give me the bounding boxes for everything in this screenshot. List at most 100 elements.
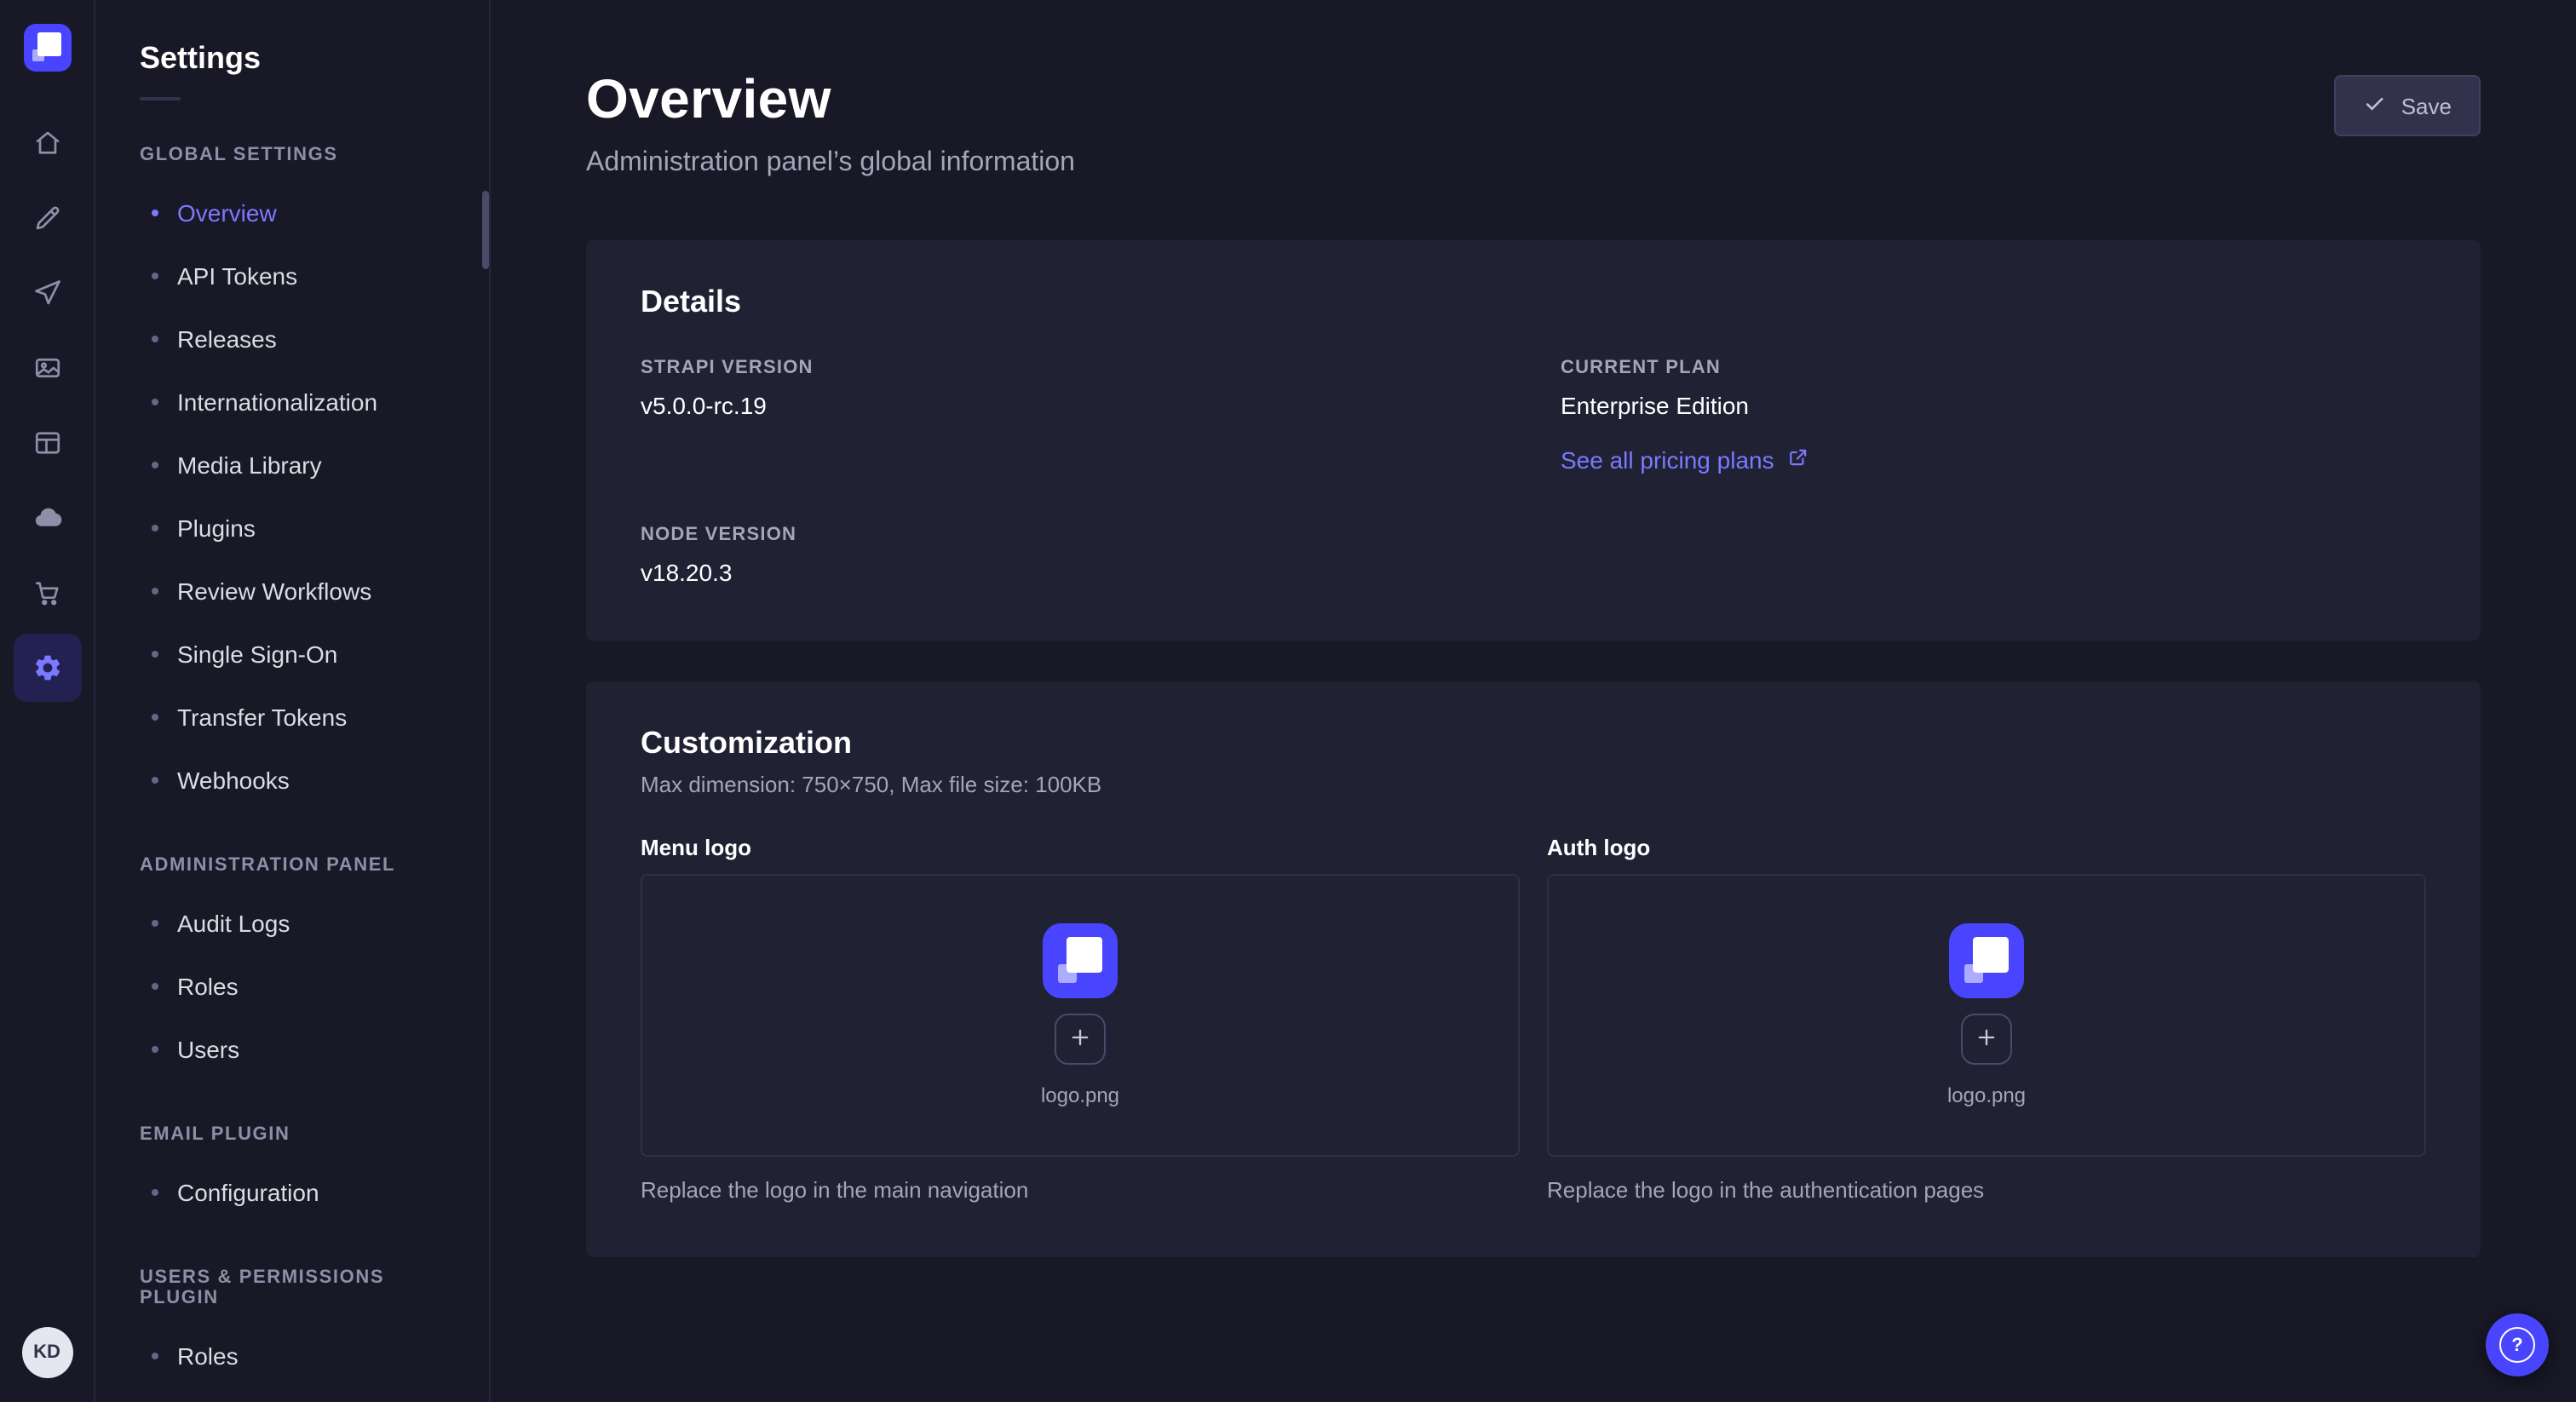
main-nav-rail: KD: [0, 0, 95, 1402]
field-label: NODE VERSION: [641, 525, 1506, 545]
bullet-icon: [152, 982, 158, 989]
section-label: ADMINISTRATION PANEL: [95, 855, 489, 876]
bullet-icon: [152, 524, 158, 531]
sidebar-section-administration-panel: ADMINISTRATION PANEL Audit Logs Roles Us…: [95, 855, 489, 1080]
auth-logo-filename: logo.png: [1947, 1083, 2026, 1107]
sidebar-item-admin-users[interactable]: Users: [95, 1017, 489, 1080]
page-header-text: Overview Administration panel’s global i…: [586, 68, 1075, 179]
question-mark-icon: ?: [2499, 1327, 2535, 1363]
sidebar-item-label: Roles: [177, 1342, 239, 1369]
auth-logo-caption: Replace the logo in the authentication p…: [1547, 1177, 2426, 1203]
customization-card-title: Customization: [641, 726, 2426, 761]
sidebar-item-label: API Tokens: [177, 261, 297, 289]
node-version-field: NODE VERSION v18.20.3: [641, 525, 1506, 586]
current-plan-field: CURRENT PLAN Enterprise Edition See all …: [1561, 358, 2426, 477]
bullet-icon: [152, 398, 158, 405]
page-title: Overview: [586, 68, 1075, 131]
sidebar-item-up-providers[interactable]: Providers: [95, 1387, 489, 1402]
plus-icon: [1068, 1025, 1092, 1054]
sidebar-item-label: Releases: [177, 325, 277, 352]
save-button[interactable]: Save: [2335, 75, 2481, 136]
rail-item-content-type-builder[interactable]: [13, 184, 81, 252]
auth-logo-block: Auth logo logo.png Replace the logo in t…: [1547, 835, 2426, 1203]
pen-icon: [32, 203, 62, 233]
sidebar-item-transfer-tokens[interactable]: Transfer Tokens: [95, 685, 489, 748]
auth-logo-add-button[interactable]: [1961, 1014, 2012, 1065]
menu-logo-dropzone: logo.png: [641, 874, 1520, 1157]
sidebar-item-up-roles[interactable]: Roles: [95, 1324, 489, 1387]
save-button-label: Save: [2401, 93, 2452, 118]
sidebar-item-plugins[interactable]: Plugins: [95, 496, 489, 559]
sidebar-item-review-workflows[interactable]: Review Workflows: [95, 559, 489, 622]
sidebar-item-media-library[interactable]: Media Library: [95, 433, 489, 496]
external-link-icon: [1788, 446, 1810, 474]
main-content: Overview Administration panel’s global i…: [491, 0, 2576, 1402]
page-header: Overview Administration panel’s global i…: [586, 68, 2481, 179]
bullet-icon: [152, 1045, 158, 1052]
sidebar-item-single-sign-on[interactable]: Single Sign-On: [95, 622, 489, 685]
bullet-icon: [152, 919, 158, 926]
sidebar-item-label: Transfer Tokens: [177, 703, 347, 730]
rail-item-marketplace[interactable]: [13, 559, 81, 627]
menu-logo-add-button[interactable]: [1055, 1014, 1106, 1065]
rail-item-cloud[interactable]: [13, 484, 81, 552]
rail-items: [13, 109, 81, 702]
sidebar-item-label: Overview: [177, 198, 277, 226]
field-value: v18.20.3: [641, 559, 1506, 586]
section-label: EMAIL PLUGIN: [95, 1124, 489, 1145]
pricing-plans-link-label: See all pricing plans: [1561, 446, 1774, 474]
sidebar-item-label: Media Library: [177, 451, 322, 478]
details-grid: STRAPI VERSION v5.0.0-rc.19 CURRENT PLAN…: [641, 358, 2426, 586]
rail-item-media-library[interactable]: [13, 334, 81, 402]
pricing-plans-link[interactable]: See all pricing plans: [1561, 446, 1810, 474]
page-subtitle: Administration panel’s global informatio…: [586, 148, 1075, 179]
sidebar-item-audit-logs[interactable]: Audit Logs: [95, 891, 489, 954]
sidebar-item-email-configuration[interactable]: Configuration: [95, 1160, 489, 1223]
auth-logo-dropzone: logo.png: [1547, 874, 2426, 1157]
paper-plane-icon: [32, 278, 62, 308]
plus-icon: [1975, 1025, 1998, 1054]
customization-card: Customization Max dimension: 750×750, Ma…: [586, 681, 2481, 1257]
sidebar-item-label: Single Sign-On: [177, 640, 337, 667]
rail-item-content-manager[interactable]: [13, 409, 81, 477]
rail-item-settings[interactable]: [13, 634, 81, 702]
rail-item-home[interactable]: [13, 109, 81, 177]
bullet-icon: [152, 1188, 158, 1195]
sidebar-item-webhooks[interactable]: Webhooks: [95, 748, 489, 811]
sidebar-item-label: Webhooks: [177, 766, 290, 793]
details-card: Details STRAPI VERSION v5.0.0-rc.19 CURR…: [586, 240, 2481, 641]
sidebar-scrollbar[interactable]: [482, 191, 489, 269]
menu-logo-label: Menu logo: [641, 835, 1520, 860]
user-avatar[interactable]: KD: [21, 1327, 72, 1378]
auth-logo-label: Auth logo: [1547, 835, 2426, 860]
sidebar-item-label: Review Workflows: [177, 577, 371, 604]
sidebar-section-email-plugin: EMAIL PLUGIN Configuration: [95, 1124, 489, 1223]
field-value: Enterprise Edition: [1561, 392, 2426, 419]
sidebar-item-label: Roles: [177, 972, 239, 999]
strapi-logo-preview: [1949, 923, 2024, 998]
details-card-title: Details: [641, 284, 2426, 320]
field-label: STRAPI VERSION: [641, 358, 1506, 378]
images-icon: [32, 353, 62, 383]
check-icon: [2364, 91, 2388, 120]
menu-logo-block: Menu logo logo.png Replace the logo in t…: [641, 835, 1520, 1203]
bullet-icon: [152, 209, 158, 215]
rail-item-deploy[interactable]: [13, 259, 81, 327]
sidebar-item-releases[interactable]: Releases: [95, 307, 489, 370]
sidebar-item-internationalization[interactable]: Internationalization: [95, 370, 489, 433]
cloud-icon: [32, 503, 62, 533]
help-button[interactable]: ?: [2486, 1313, 2549, 1376]
bullet-icon: [152, 272, 158, 279]
sidebar-item-label: Audit Logs: [177, 909, 290, 936]
sidebar-item-admin-roles[interactable]: Roles: [95, 954, 489, 1017]
field-value: v5.0.0-rc.19: [641, 392, 1506, 419]
gear-icon: [32, 652, 62, 683]
bullet-icon: [152, 776, 158, 783]
strapi-version-field: STRAPI VERSION v5.0.0-rc.19: [641, 358, 1506, 477]
sidebar-item-api-tokens[interactable]: API Tokens: [95, 244, 489, 307]
sidebar-item-overview[interactable]: Overview: [95, 181, 489, 244]
sidebar-item-label: Users: [177, 1035, 239, 1062]
section-label: USERS & PERMISSIONS PLUGIN: [95, 1267, 489, 1308]
bullet-icon: [152, 587, 158, 594]
strapi-logo[interactable]: [23, 24, 71, 72]
